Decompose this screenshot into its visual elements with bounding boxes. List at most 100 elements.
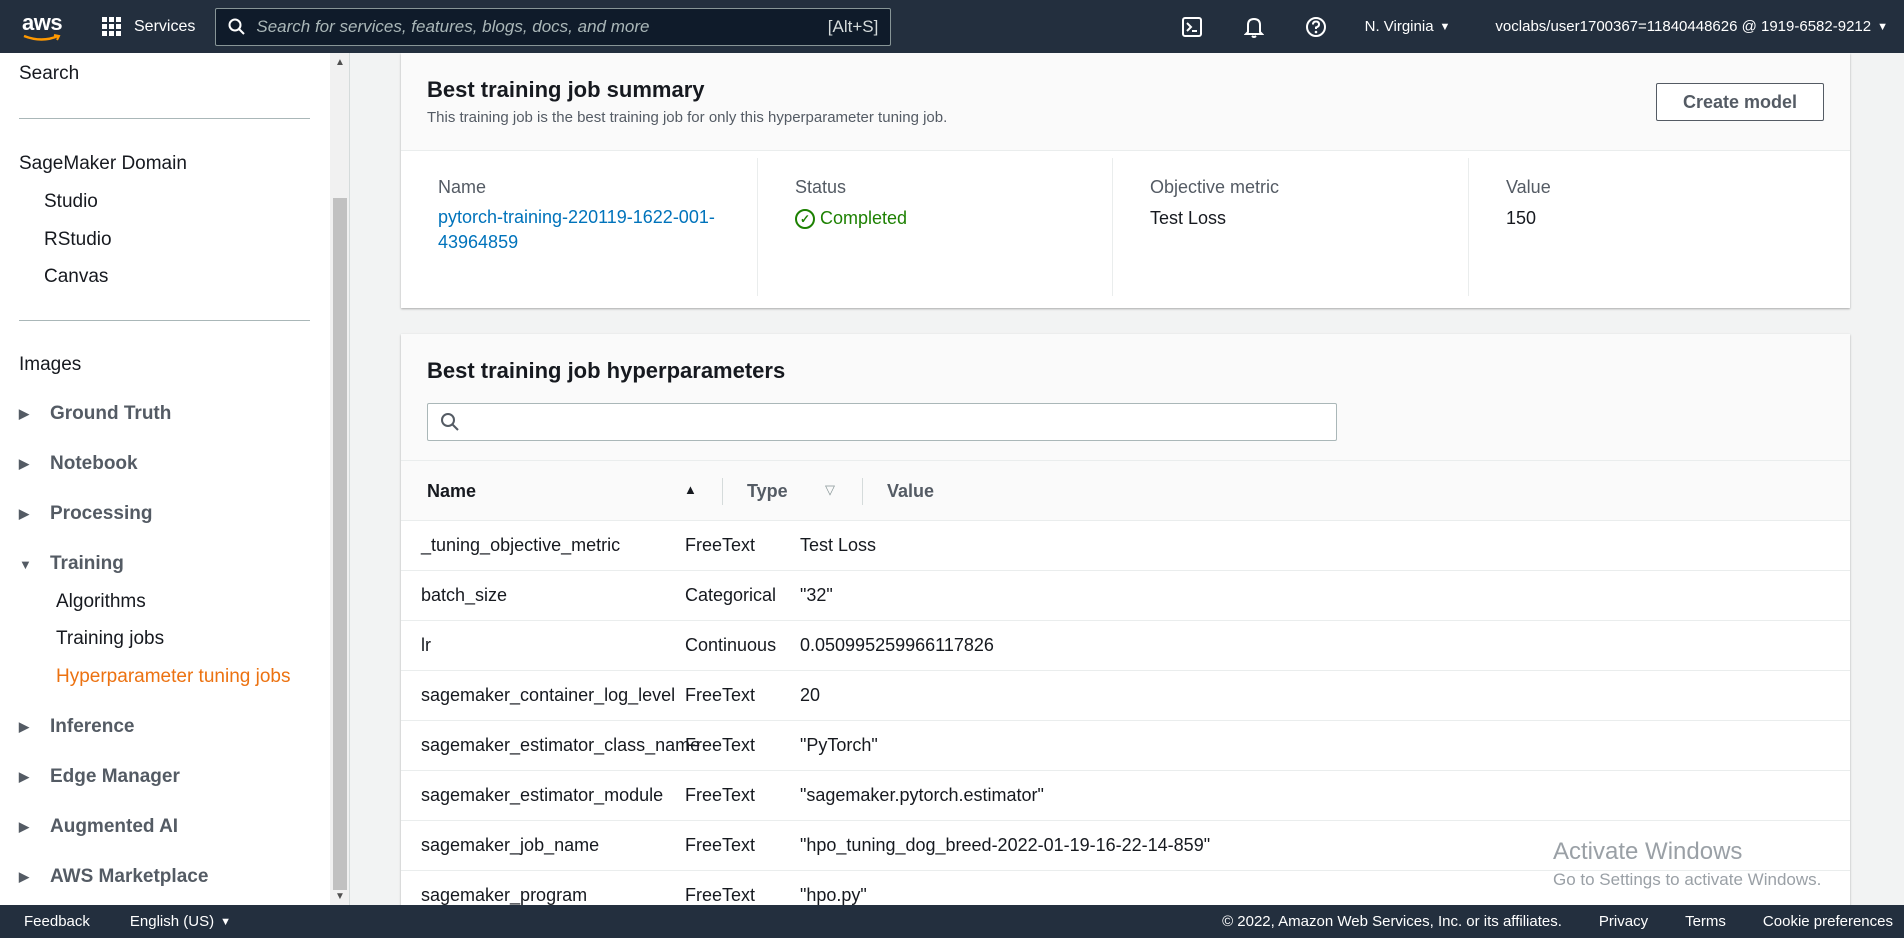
- sidebar-scrollbar[interactable]: ▲ ▼: [330, 53, 349, 905]
- sidebar-section-inference[interactable]: ▶ Inference: [19, 716, 134, 738]
- watermark-title: Activate Windows: [1553, 838, 1743, 865]
- sidebar-section-augmented-ai[interactable]: ▶ Augmented AI: [19, 816, 178, 838]
- sidebar-section-processing[interactable]: ▶ Processing: [19, 503, 152, 525]
- kv-status: Status ✓ Completed: [757, 158, 1112, 296]
- name-label: Name: [438, 177, 487, 197]
- privacy-link[interactable]: Privacy: [1599, 913, 1648, 930]
- value-value: 150: [1506, 208, 1537, 228]
- section-label: Inference: [50, 716, 135, 737]
- sidebar-item-sagemaker-domain[interactable]: SageMaker Domain: [19, 153, 187, 175]
- sidebar-item-training-jobs[interactable]: Training jobs: [56, 628, 164, 650]
- sidebar-divider: [19, 320, 310, 321]
- top-nav: aws Services Search for services, featur…: [0, 0, 1904, 53]
- cell-type: FreeText: [685, 535, 756, 555]
- sidebar: Search SageMaker Domain Studio RStudio C…: [0, 53, 350, 905]
- cell-type: FreeText: [685, 785, 756, 805]
- cell-value: "hpo_tuning_dog_breed-2022-01-19-16-22-1…: [800, 835, 1211, 855]
- table-row: sagemaker_container_log_level FreeText 20: [401, 671, 1850, 721]
- sort-unsorted-icon[interactable]: ▽: [825, 482, 835, 498]
- terms-link[interactable]: Terms: [1685, 913, 1726, 930]
- cell-value: "hpo.py": [800, 885, 867, 905]
- feedback-link[interactable]: Feedback: [24, 913, 90, 930]
- caret-right-icon: ▶: [19, 456, 29, 471]
- status-label: Status: [795, 177, 847, 197]
- sidebar-item-canvas[interactable]: Canvas: [44, 266, 108, 288]
- sidebar-item-hyperparameter-tuning-jobs[interactable]: Hyperparameter tuning jobs: [56, 666, 290, 688]
- cell-type: Categorical: [685, 585, 777, 605]
- caret-right-icon: ▶: [19, 869, 29, 884]
- sidebar-section-notebook[interactable]: ▶ Notebook: [19, 453, 138, 475]
- sidebar-section-aws-marketplace[interactable]: ▶ AWS Marketplace: [19, 866, 208, 888]
- scroll-down-arrow-icon[interactable]: ▼: [335, 891, 345, 902]
- cell-name: sagemaker_container_log_level: [421, 685, 676, 705]
- scroll-up-arrow-icon[interactable]: ▲: [335, 57, 345, 68]
- sidebar-item-rstudio[interactable]: RStudio: [44, 229, 112, 251]
- column-header-name[interactable]: Name: [427, 461, 476, 521]
- caret-down-icon: ▼: [1877, 20, 1888, 33]
- column-header-value[interactable]: Value: [887, 461, 934, 521]
- section-label: Training: [50, 553, 124, 574]
- sidebar-item-studio[interactable]: Studio: [44, 191, 98, 213]
- section-label: Edge Manager: [50, 766, 180, 787]
- sidebar-item-images[interactable]: Images: [19, 354, 81, 376]
- section-label: AWS Marketplace: [50, 866, 209, 887]
- cell-value: "PyTorch": [800, 735, 878, 755]
- section-label: Processing: [50, 503, 153, 524]
- language-label: English (US): [129, 913, 215, 930]
- region-selector[interactable]: N. Virginia ▼: [1365, 18, 1451, 35]
- caret-down-icon: ▼: [1439, 20, 1451, 33]
- account-menu[interactable]: voclabs/user1700367=11840448626 @ 1919-6…: [1495, 18, 1888, 35]
- create-model-button[interactable]: Create model: [1656, 83, 1824, 121]
- help-icon[interactable]: [1304, 15, 1328, 39]
- objective-metric-label: Objective metric: [1150, 177, 1280, 197]
- sidebar-section-ground-truth[interactable]: ▶ Ground Truth: [19, 403, 171, 425]
- cell-name: _tuning_objective_metric: [421, 535, 621, 555]
- panel-title: Best training job hyperparameters: [427, 358, 786, 383]
- kv-name: Name pytorch-training-220119-1622-001-43…: [401, 158, 757, 296]
- table-row: _tuning_objective_metric FreeText Test Los…: [401, 521, 1850, 571]
- kv-value: Value 150: [1468, 158, 1850, 296]
- aws-logo[interactable]: aws: [22, 11, 84, 42]
- grid-icon: [102, 16, 122, 37]
- caret-right-icon: ▶: [19, 406, 29, 421]
- section-label: Augmented AI: [50, 816, 179, 837]
- global-search-input[interactable]: Search for services, features, blogs, do…: [215, 7, 892, 46]
- sidebar-item-algorithms[interactable]: Algorithms: [56, 591, 146, 613]
- cell-type: Continuous: [685, 635, 777, 655]
- aws-smile-icon: [23, 33, 61, 41]
- cell-name: sagemaker_estimator_module: [421, 785, 664, 805]
- watermark-subtitle: Go to Settings to activate Windows.: [1553, 870, 1822, 889]
- cell-value: Test Loss: [800, 535, 877, 555]
- caret-down-icon: ▼: [220, 915, 231, 928]
- cloudshell-icon[interactable]: [1180, 15, 1204, 39]
- table-row: sagemaker_estimator_class_name FreeText "P…: [401, 721, 1850, 771]
- caret-right-icon: ▶: [19, 769, 29, 784]
- sort-ascending-icon[interactable]: ▲: [684, 482, 697, 497]
- hyperparameter-filter-input[interactable]: [427, 403, 1337, 441]
- cell-name: sagemaker_estimator_class_name: [421, 735, 701, 755]
- cookie-preferences-link[interactable]: Cookie preferences: [1763, 913, 1893, 930]
- sidebar-search-link[interactable]: Search: [19, 63, 79, 85]
- scrollbar-thumb[interactable]: [333, 198, 347, 890]
- cell-type: FreeText: [685, 835, 756, 855]
- cell-name: lr: [421, 635, 431, 655]
- search-icon: [441, 413, 459, 431]
- table-row: sagemaker_estimator_module FreeText "sagem…: [401, 771, 1850, 821]
- kv-objective-metric: Objective metric Test Loss: [1112, 158, 1468, 296]
- cell-value: 20: [800, 685, 821, 705]
- sidebar-section-training[interactable]: ▼ Training: [19, 553, 124, 575]
- sidebar-section-edge-manager[interactable]: ▶ Edge Manager: [19, 766, 180, 788]
- language-selector[interactable]: English (US) ▼: [130, 913, 231, 930]
- cell-type: FreeText: [685, 735, 756, 755]
- cell-name: sagemaker_job_name: [421, 835, 600, 855]
- section-label: Ground Truth: [50, 403, 172, 424]
- services-menu-button[interactable]: Services: [102, 16, 195, 37]
- objective-metric-value: Test Loss: [1150, 208, 1227, 228]
- cell-value: "sagemaker.pytorch.estimator": [800, 785, 1044, 805]
- column-header-type[interactable]: Type: [747, 461, 788, 521]
- cell-name: batch_size: [421, 585, 508, 605]
- cell-value: 0.050995259966117826: [800, 635, 994, 655]
- training-job-link[interactable]: pytorch-training-220119-1622-001-4396485…: [438, 205, 738, 255]
- cell-type: FreeText: [685, 885, 756, 905]
- notifications-bell-icon[interactable]: [1242, 15, 1266, 39]
